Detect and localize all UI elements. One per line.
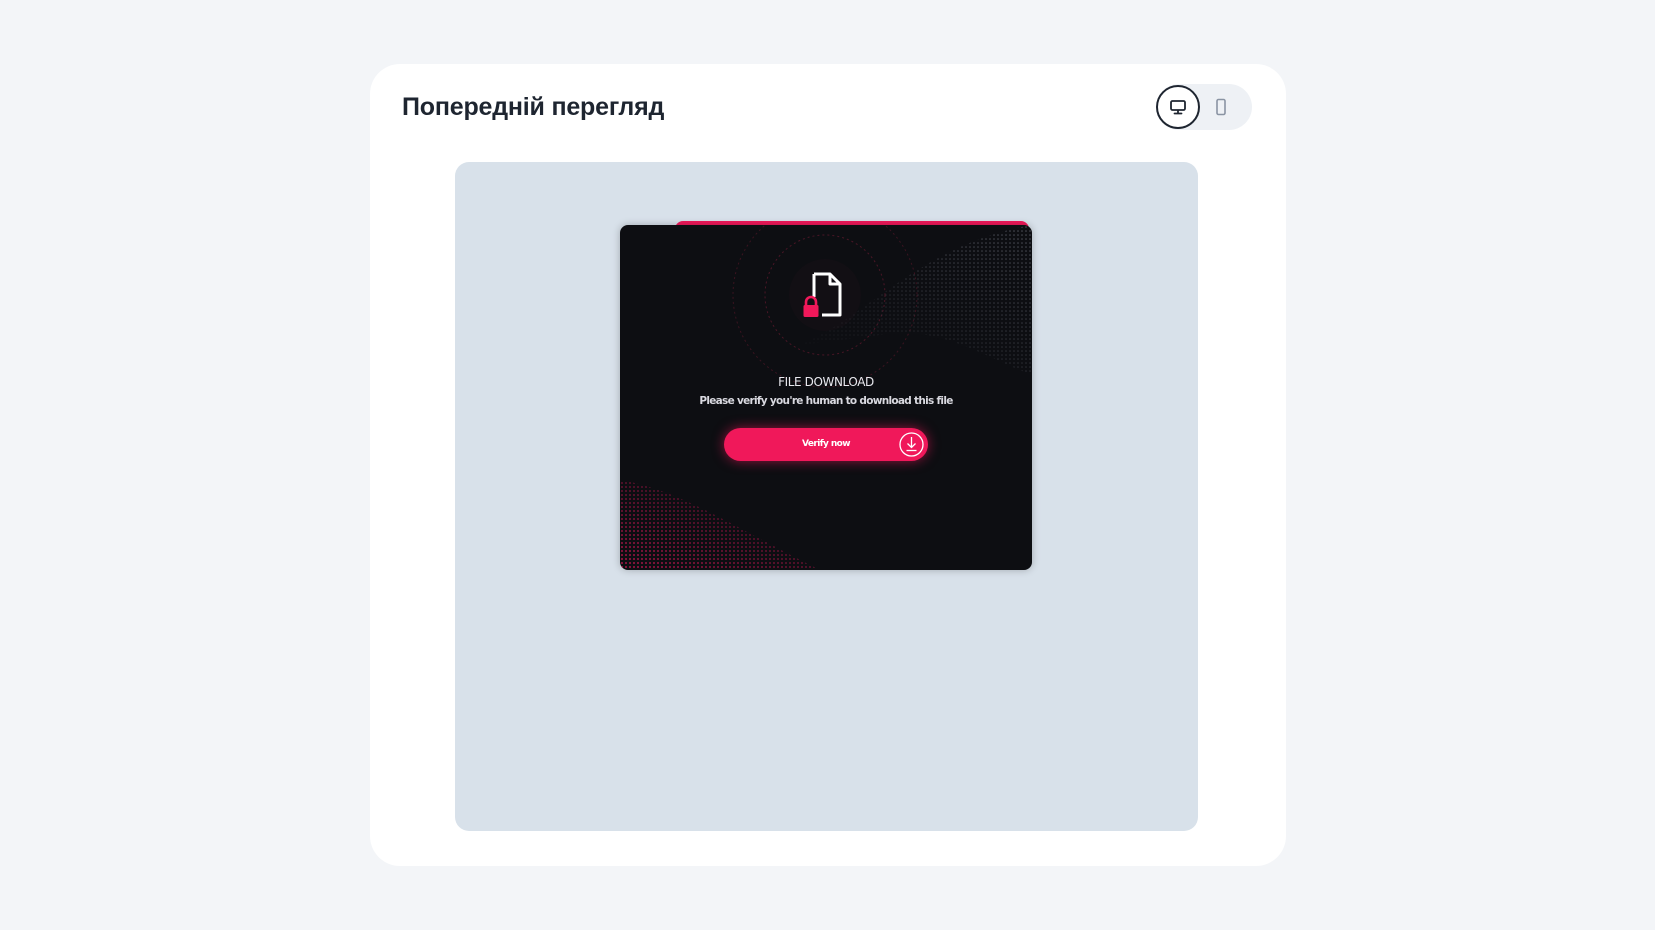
desktop-view-button[interactable] [1156, 85, 1200, 129]
preview-canvas: FILE DOWNLOAD Please verify you're human… [455, 162, 1198, 831]
verify-now-button[interactable]: Verify now [724, 428, 928, 461]
page-title: Попередній перегляд [402, 92, 665, 121]
card-header: Попередній перегляд [402, 84, 1252, 130]
download-circle-icon [899, 432, 924, 457]
locked-file-icon [803, 272, 842, 317]
device-toggle [1156, 84, 1252, 130]
smartphone-icon [1216, 98, 1226, 116]
mobile-view-button[interactable] [1204, 85, 1238, 129]
popup-title: FILE DOWNLOAD [778, 375, 874, 389]
monitor-icon [1170, 100, 1186, 115]
download-popup: FILE DOWNLOAD Please verify you're human… [620, 225, 1032, 570]
preview-card: Попередній перегляд FILE DOWNLOAD Please… [370, 64, 1286, 866]
popup-subtitle: Please verify you're human to download t… [699, 395, 953, 407]
